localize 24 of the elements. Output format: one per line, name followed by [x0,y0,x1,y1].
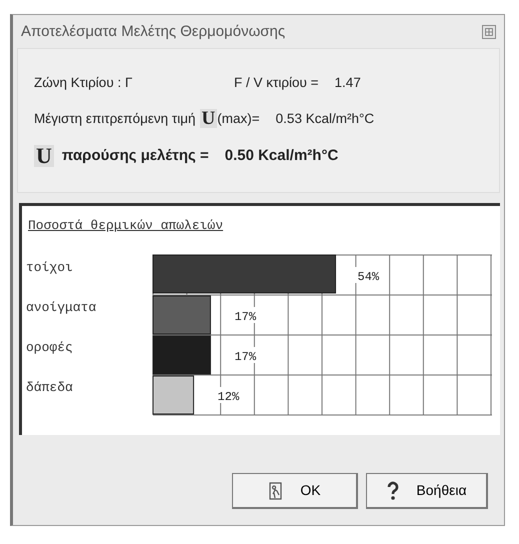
chart-title: Ποσοστά θερμικών απωλειών [28,216,224,234]
current-value: 0.50 Kcal/m²h°C [224,146,338,166]
value-label: 17% [234,350,256,364]
ok-button[interactable]: OK [232,473,358,509]
max-label: Μέγιστη επιτρεπόμενη τιμή [34,110,196,128]
value-label: 17% [234,310,256,324]
help-icon [386,480,400,500]
max-value: 0.53 Kcal/m²h°C [276,110,374,128]
value-label: 54% [358,270,380,284]
fv-value: 1.47 [334,74,361,92]
max-suffix: (max)= [217,110,260,128]
category-label: δάπεδα [26,380,73,394]
current-label: παρούσης μελέτης = [62,146,209,166]
category-label: οροφές [26,340,73,354]
u-symbol: U [200,109,218,128]
category-label: ανοίγματα [26,300,96,314]
value-label: 12% [218,390,240,404]
category-label: τοίχοι [26,260,73,274]
window-title: Αποτελέσματα Μελέτης Θερμομόνωσης [21,22,286,42]
fv-label: F / V κτιρίου = [234,74,319,92]
u-symbol: U [34,145,54,168]
zone-label: Ζώνη Κτιρίου : Γ [34,74,134,92]
door-figure-icon [268,480,284,500]
help-button[interactable]: Βοήθεια [366,473,488,509]
